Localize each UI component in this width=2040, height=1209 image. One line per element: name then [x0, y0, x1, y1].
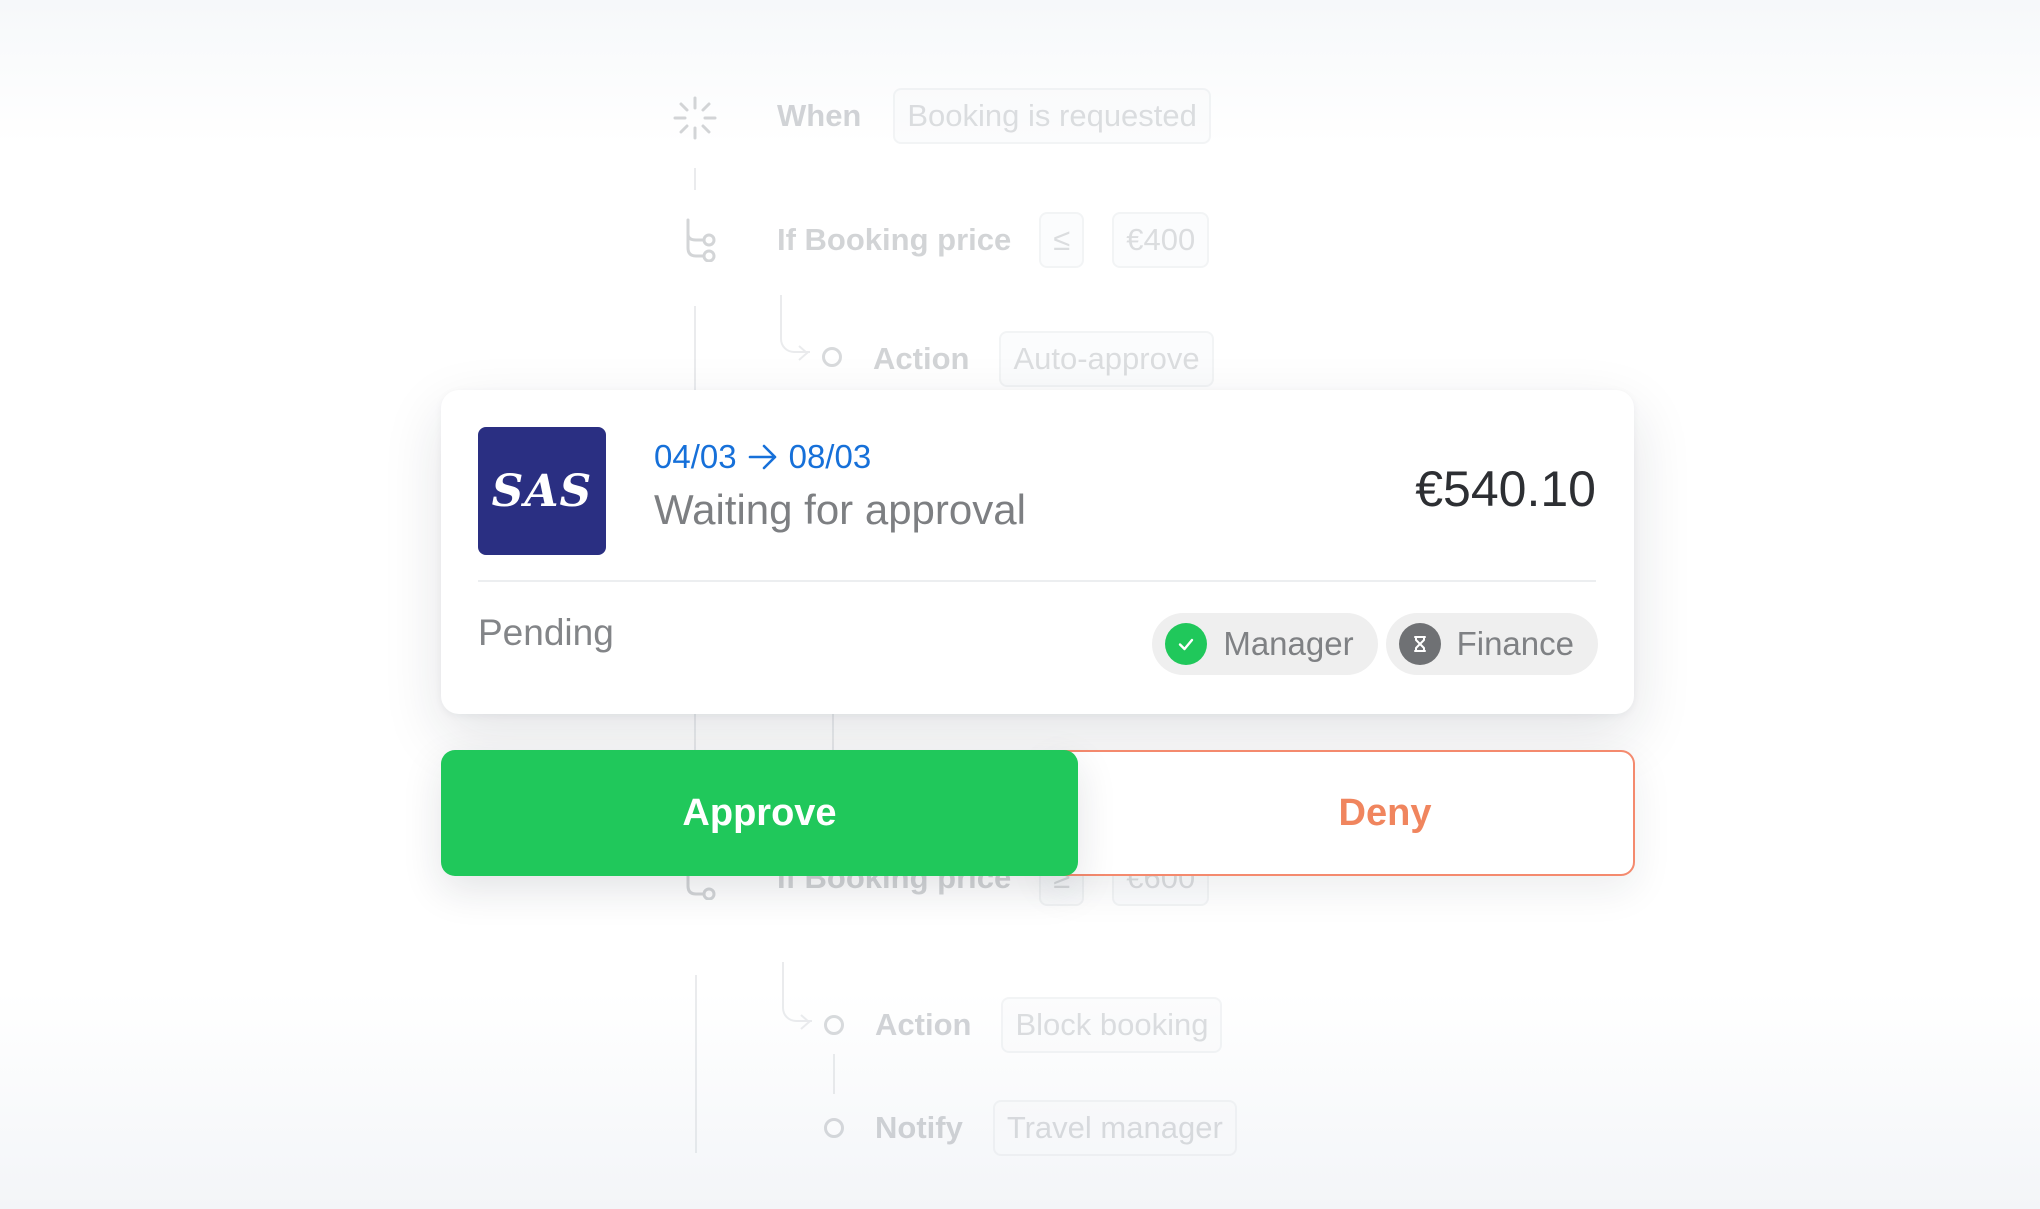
- deny-button-label: Deny: [1338, 791, 1432, 834]
- notify-node-icon: [824, 1118, 844, 1138]
- action1-label: Action: [873, 341, 970, 376]
- airline-logo: SAS: [478, 427, 606, 555]
- approver-list: Manager Finance: [1152, 613, 1598, 675]
- approver-finance-label: Finance: [1456, 625, 1574, 662]
- condition1-label: If Booking price: [777, 222, 1012, 257]
- branch-icon: [686, 218, 716, 262]
- approve-button[interactable]: Approve: [441, 750, 1078, 876]
- checkmark-icon: [1165, 623, 1208, 665]
- approve-button-label: Approve: [682, 791, 837, 834]
- connector-line: [695, 975, 697, 1153]
- approval-state: Pending: [478, 612, 614, 653]
- connector-line: [694, 168, 696, 190]
- connector-line: [694, 714, 696, 750]
- approver-finance[interactable]: Finance: [1385, 613, 1598, 675]
- deny-button[interactable]: Deny: [1045, 750, 1635, 876]
- notify-chip[interactable]: Travel manager: [992, 1100, 1237, 1156]
- trigger-chip[interactable]: Booking is requested: [893, 88, 1211, 144]
- action1-chip[interactable]: Auto-approve: [999, 331, 1214, 387]
- action2-chip[interactable]: Block booking: [1001, 997, 1223, 1053]
- hourglass-icon: [1398, 623, 1441, 665]
- divider: [478, 580, 1596, 582]
- action2-label: Action: [875, 1007, 972, 1042]
- approver-manager[interactable]: Manager: [1152, 613, 1378, 675]
- trigger-label: When: [777, 98, 862, 133]
- connector-line: [833, 1054, 835, 1094]
- approver-manager-label: Manager: [1223, 625, 1354, 662]
- arrow-right-icon: [800, 1014, 811, 1030]
- notify-label: Notify: [875, 1110, 963, 1145]
- condition1-operator[interactable]: ≤: [1039, 212, 1085, 268]
- action-node-icon: [822, 347, 842, 367]
- booking-dates: 04/03 08/03: [654, 438, 871, 476]
- sparkle-icon: [673, 96, 717, 140]
- airline-logo-text: SAS: [491, 465, 593, 517]
- booking-status-title: Waiting for approval: [654, 486, 1026, 533]
- arrow-right-icon: [748, 444, 776, 470]
- connector-line: [694, 306, 696, 396]
- connector-line: [832, 714, 834, 750]
- date-to: 08/03: [788, 438, 872, 475]
- action-node-icon: [824, 1015, 844, 1035]
- booking-approval-card: SAS 04/03 08/03 Waiting for approval €54…: [441, 390, 1634, 714]
- arrow-right-icon: [798, 345, 809, 361]
- condition1-value[interactable]: €400: [1112, 212, 1210, 268]
- date-from: 04/03: [654, 438, 737, 475]
- booking-price: €540.10: [1415, 461, 1596, 517]
